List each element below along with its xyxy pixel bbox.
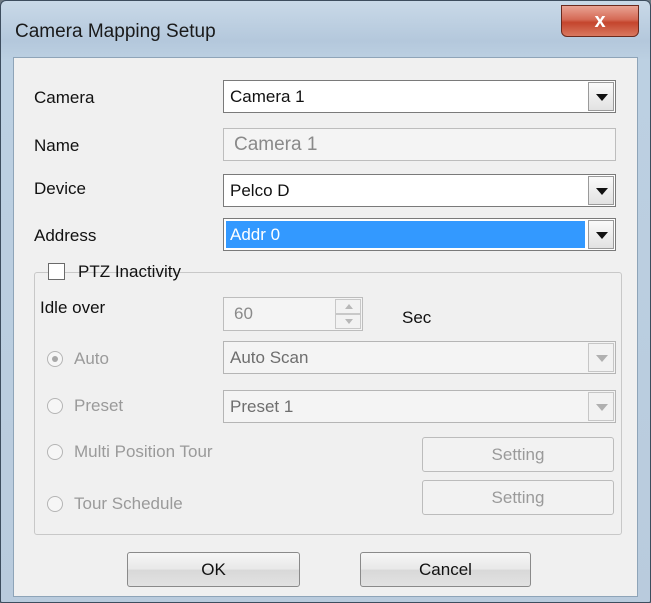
preset-value: Preset 1 (230, 397, 294, 416)
preset-select[interactable]: Preset 1 (223, 390, 616, 423)
idle-over-label: Idle over (40, 298, 106, 317)
radio-multi-position-tour[interactable] (47, 444, 63, 460)
name-label: Name (34, 136, 80, 155)
name-field[interactable]: Camera 1 (223, 128, 616, 161)
chevron-down-icon[interactable] (588, 82, 614, 111)
cancel-button[interactable]: Cancel (360, 552, 531, 587)
tour-schedule-setting-button[interactable]: Setting (422, 480, 614, 515)
chevron-down-icon[interactable] (588, 392, 614, 421)
auto-scan-value: Auto Scan (230, 348, 309, 367)
address-select-value: Addr 0 (230, 225, 281, 244)
radio-preset[interactable] (47, 398, 63, 414)
address-select[interactable]: Addr 0 (223, 218, 616, 251)
window-title: Camera Mapping Setup (15, 21, 216, 42)
auto-label: Auto (74, 349, 109, 368)
ok-button[interactable]: OK (127, 552, 300, 587)
camera-label: Camera (34, 88, 95, 107)
camera-select[interactable]: Camera 1 (223, 80, 616, 113)
device-select-value: Pelco D (230, 181, 290, 200)
radio-tour-schedule[interactable] (47, 496, 63, 512)
dialog-body: Camera Camera 1 Name Camera 1 Device Pel… (13, 57, 638, 597)
auto-scan-select[interactable]: Auto Scan (223, 341, 616, 374)
chevron-down-icon[interactable] (588, 343, 614, 372)
preset-label: Preset (74, 396, 124, 415)
ptz-inactivity-label: PTZ Inactivity (78, 262, 181, 281)
close-icon: x (594, 10, 606, 32)
multi-position-tour-label: Multi Position Tour (74, 442, 213, 461)
dialog-window: Camera Mapping Setup x Camera Camera 1 N… (0, 0, 651, 603)
ptz-inactivity-checkbox[interactable] (48, 263, 65, 280)
title-bar[interactable]: Camera Mapping Setup x (1, 1, 650, 55)
ptz-inactivity-legend: PTZ Inactivity (48, 261, 181, 283)
camera-select-value: Camera 1 (230, 87, 305, 106)
address-label: Address (34, 226, 97, 245)
name-field-value: Camera 1 (234, 134, 318, 155)
spin-up-icon[interactable] (335, 299, 361, 314)
device-select[interactable]: Pelco D (223, 174, 616, 207)
idle-over-value: 60 (234, 304, 253, 323)
device-label: Device (34, 179, 86, 198)
idle-unit-label: Sec (402, 308, 432, 327)
close-button[interactable]: x (561, 5, 639, 37)
chevron-down-icon[interactable] (588, 176, 614, 205)
radio-auto[interactable] (47, 351, 63, 367)
tour-schedule-label: Tour Schedule (74, 494, 183, 513)
idle-over-stepper[interactable]: 60 (223, 297, 363, 331)
multi-tour-setting-button[interactable]: Setting (422, 437, 614, 472)
chevron-down-icon[interactable] (588, 220, 614, 249)
spin-down-icon[interactable] (335, 314, 361, 329)
